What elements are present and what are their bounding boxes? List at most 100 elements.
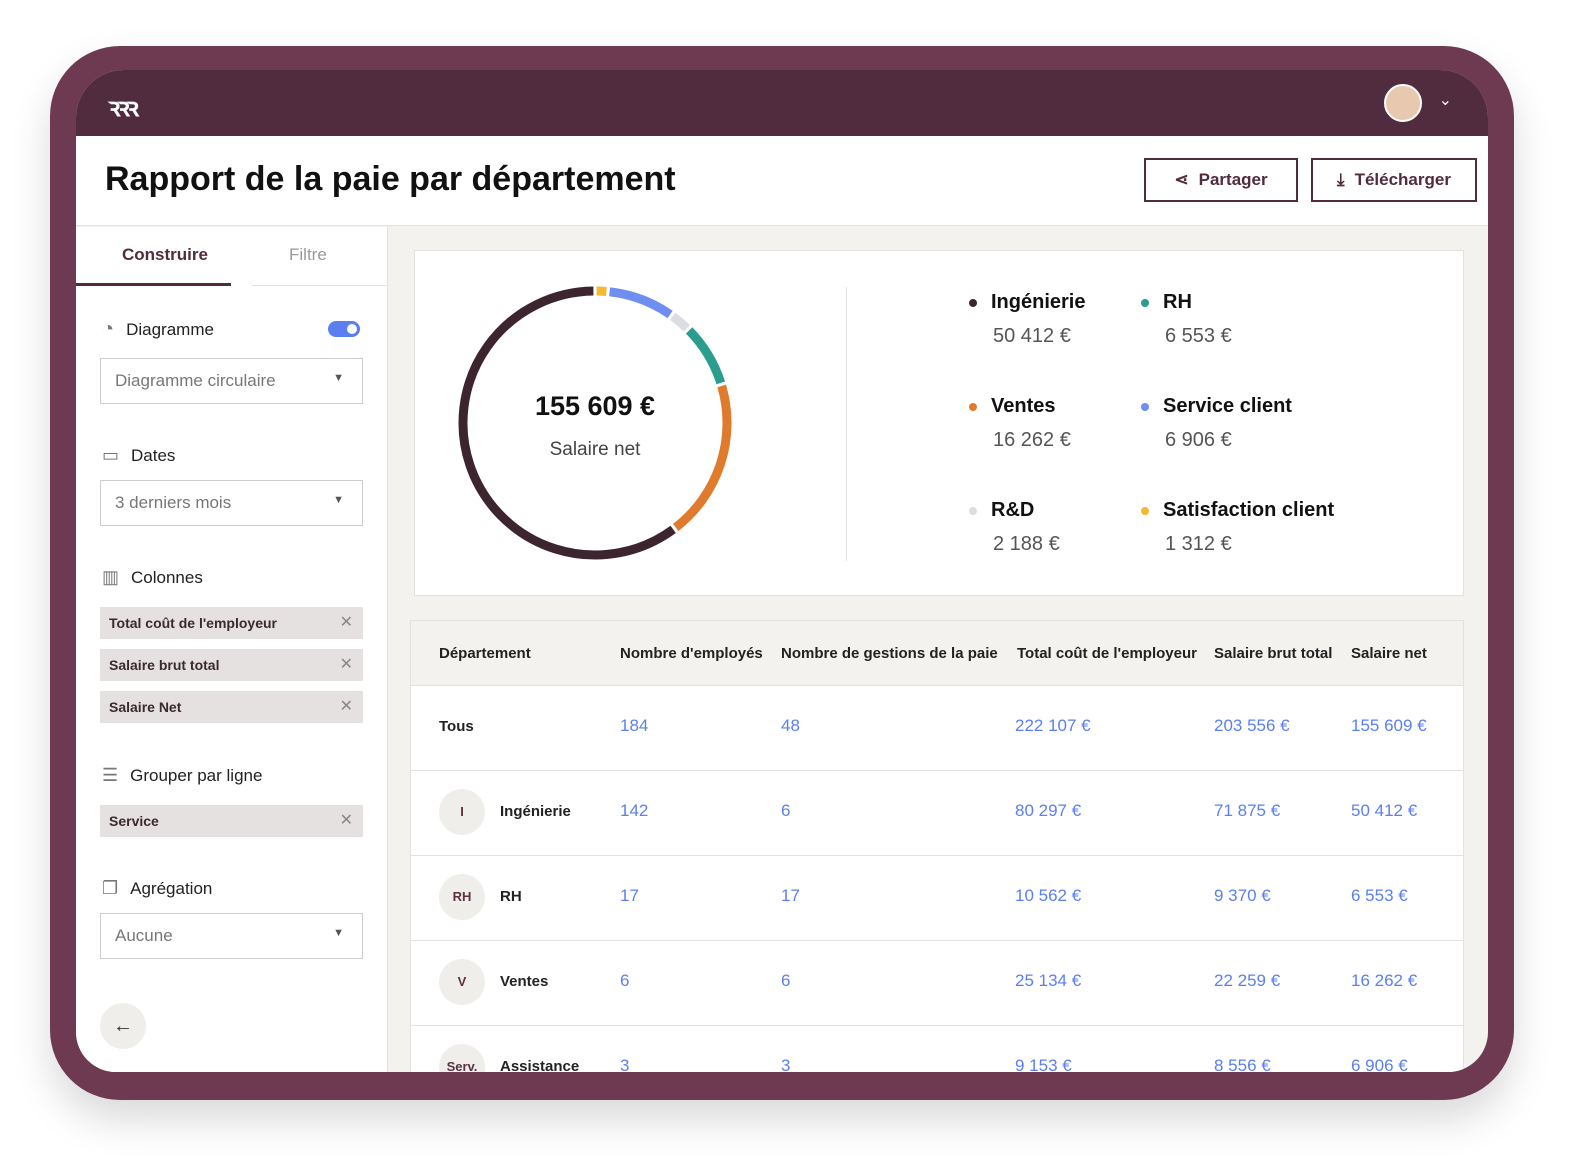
aggregation-value: Aucune — [115, 926, 173, 945]
department-name: Tous — [439, 718, 474, 735]
table-cell[interactable]: 3 — [781, 1056, 790, 1072]
column-header[interactable]: Département — [439, 645, 531, 662]
table-cell[interactable]: 48 — [781, 716, 800, 736]
department-initials: Serv. Cl. — [439, 1044, 485, 1072]
back-button[interactable]: ← — [100, 1003, 146, 1049]
legend-value: 50 412 € — [993, 325, 1071, 347]
table-cell[interactable]: 6 553 € — [1351, 886, 1408, 906]
department-name: Ventes — [500, 973, 549, 990]
table-row[interactable]: V Ventes 6 6 25 134 € 22 259 € 16 262 € — [411, 940, 1463, 1025]
legend-name: RH — [1163, 291, 1192, 313]
chip-label: Total coût de l'employeur — [109, 615, 277, 631]
columns-label: Colonnes — [131, 567, 203, 587]
download-icon: ⤓ — [1337, 170, 1345, 189]
top-bar: ꝛꝛꝛ ⌄ — [76, 70, 1488, 136]
chart-type-select[interactable]: Diagramme circulaire ▼ — [100, 358, 363, 404]
table-cell[interactable]: 16 262 € — [1351, 971, 1417, 991]
table-cell[interactable]: 142 — [620, 801, 648, 821]
caret-down-icon: ▼ — [333, 494, 344, 506]
column-chip[interactable]: Salaire brut total ✕ — [100, 649, 363, 681]
legend-name: R&D — [991, 499, 1035, 521]
table-cell[interactable]: 17 — [781, 886, 800, 906]
column-header[interactable]: Salaire brut total — [1214, 645, 1332, 662]
donut-slice-rh[interactable] — [685, 327, 726, 385]
table-cell[interactable]: 80 297 € — [1015, 801, 1081, 821]
column-chip[interactable]: Total coût de l'employeur ✕ — [100, 607, 363, 639]
aggregation-icon: ❐ — [102, 878, 119, 898]
table-cell[interactable]: 222 107 € — [1015, 716, 1091, 736]
table-cell[interactable]: 155 609 € — [1351, 716, 1427, 736]
dates-value: 3 derniers mois — [115, 493, 232, 512]
legend-value: 6 553 € — [1165, 325, 1232, 347]
table-cell[interactable]: 71 875 € — [1214, 801, 1280, 821]
columns-icon: ▥ — [102, 567, 120, 587]
legend-item: R&D 2 188 € — [969, 499, 1060, 555]
tab-filtre[interactable]: Filtre — [289, 245, 327, 265]
close-icon[interactable]: ✕ — [340, 654, 353, 674]
table-cell[interactable]: 9 370 € — [1214, 886, 1271, 906]
calendar-icon: ▭ — [102, 445, 120, 465]
table-row[interactable]: Serv. Cl. Assistance 3 3 9 153 € 8 556 € 6 906… — [411, 1025, 1463, 1072]
table-cell[interactable]: 6 — [620, 971, 629, 991]
column-chip[interactable]: Salaire Net ✕ — [100, 691, 363, 723]
active-tab-indicator — [76, 283, 231, 286]
legend-item: Ventes 16 262 € — [969, 395, 1071, 451]
department-initials: V — [439, 959, 485, 1005]
close-icon[interactable]: ✕ — [340, 612, 353, 632]
close-icon[interactable]: ✕ — [340, 696, 353, 716]
donut-slice-ing-nierie[interactable] — [458, 286, 676, 560]
table-cell[interactable]: 6 — [781, 971, 790, 991]
table-cell[interactable]: 184 — [620, 716, 648, 736]
department-name: Ingénierie — [500, 803, 571, 820]
download-button[interactable]: ⤓ Télécharger — [1311, 158, 1477, 202]
table-cell[interactable]: 50 412 € — [1351, 801, 1417, 821]
donut-slice-r-d[interactable] — [670, 312, 691, 332]
legend-value: 16 262 € — [993, 429, 1071, 451]
department-initials: I — [439, 789, 485, 835]
app-screen: ꝛꝛꝛ ⌄ Rapport de la paie par département… — [76, 70, 1488, 1072]
table-cell[interactable]: 22 259 € — [1214, 971, 1280, 991]
divider — [846, 287, 847, 561]
table-cell[interactable]: 6 906 € — [1351, 1056, 1408, 1072]
department-initials: RH — [439, 874, 485, 920]
legend-value: 6 906 € — [1165, 429, 1232, 451]
download-label: Télécharger — [1354, 170, 1451, 189]
payroll-table: Département Nombre d'employés Nombre de … — [410, 620, 1464, 1072]
table-cell[interactable]: 8 556 € — [1214, 1056, 1271, 1072]
legend-name: Satisfaction client — [1163, 499, 1335, 521]
donut-chart — [458, 286, 732, 560]
dates-select[interactable]: 3 derniers mois ▼ — [100, 480, 363, 526]
column-header[interactable]: Nombre d'employés — [620, 645, 763, 662]
column-header[interactable]: Nombre de gestions de la paie — [781, 645, 998, 662]
builder-panel: Construire Filtre ◔ Diagramme Diagramme c… — [76, 227, 388, 1072]
table-cell[interactable]: 9 153 € — [1015, 1056, 1072, 1072]
table-cell[interactable]: 6 — [781, 801, 790, 821]
avatar[interactable] — [1384, 84, 1422, 122]
chart-card: 155 609 € Salaire net Ingénierie 50 412 €… — [414, 250, 1464, 596]
list-icon: ☰ — [102, 765, 119, 785]
table-cell[interactable]: 10 562 € — [1015, 886, 1081, 906]
tab-construire[interactable]: Construire — [122, 245, 208, 265]
title-bar: Rapport de la paie par département ⋖ Part… — [76, 136, 1488, 226]
table-row[interactable]: I Ingénierie 142 6 80 297 € 71 875 € 50 412 € — [411, 770, 1463, 855]
share-button[interactable]: ⋖ Partager — [1144, 158, 1298, 202]
table-cell[interactable]: 203 556 € — [1214, 716, 1290, 736]
aggregation-select[interactable]: Aucune ▼ — [100, 913, 363, 959]
group-chip[interactable]: Service ✕ — [100, 805, 363, 837]
close-icon[interactable]: ✕ — [340, 810, 353, 830]
donut-slice-service-client[interactable] — [608, 287, 673, 319]
logo[interactable]: ꝛꝛꝛ — [108, 88, 139, 124]
table-cell[interactable]: 17 — [620, 886, 639, 906]
table-row[interactable]: RH RH 17 17 10 562 € 9 370 € 6 553 € — [411, 855, 1463, 940]
chevron-down-icon[interactable]: ⌄ — [1439, 90, 1452, 110]
legend-swatch — [969, 402, 977, 411]
table-cell[interactable]: 25 134 € — [1015, 971, 1081, 991]
column-header[interactable]: Total coût de l'employeur — [1017, 645, 1197, 662]
table-cell[interactable]: 3 — [620, 1056, 629, 1072]
table-row[interactable]: Tous 184 48 222 107 € 203 556 € 155 609 € — [411, 685, 1463, 770]
donut-label: Salaire net — [549, 439, 641, 460]
table-header: Département Nombre d'employés Nombre de … — [411, 621, 1463, 685]
chart-toggle[interactable] — [328, 321, 360, 337]
column-header[interactable]: Salaire net — [1351, 645, 1427, 662]
chart-section: ◔ Diagramme — [102, 318, 214, 341]
